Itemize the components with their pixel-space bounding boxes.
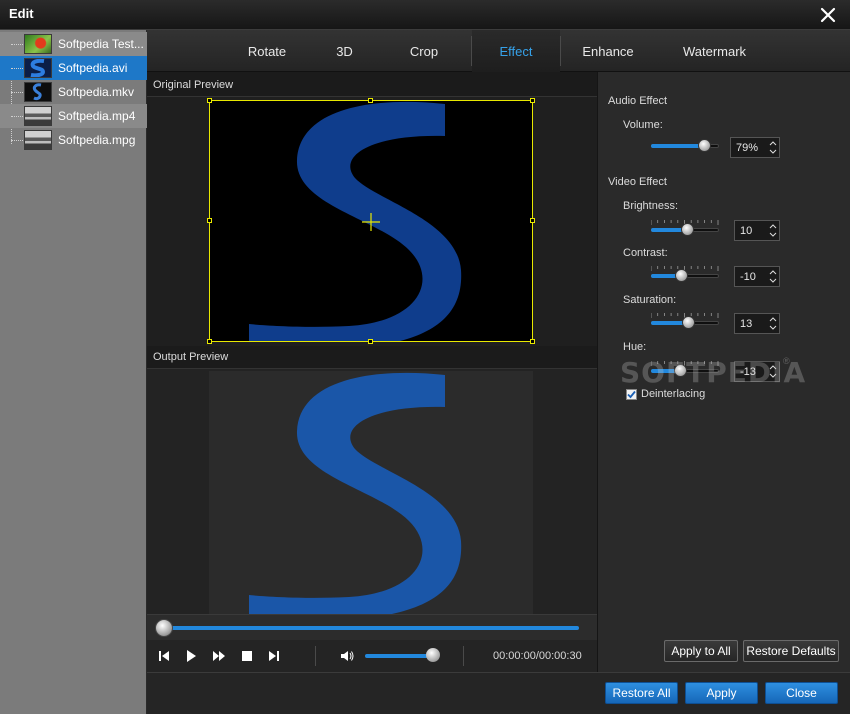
play-icon[interactable] xyxy=(183,648,199,664)
brightness-spinbox[interactable]: 10 xyxy=(734,220,780,241)
brightness-value: 10 xyxy=(740,225,753,237)
tab-enhance[interactable]: Enhance xyxy=(567,30,649,72)
crop-handle[interactable] xyxy=(530,339,535,344)
registered-mark: ® xyxy=(783,356,790,366)
volume-slider[interactable] xyxy=(651,136,721,156)
saturation-slider-handle[interactable] xyxy=(682,316,695,329)
brightness-label: Brightness: xyxy=(623,200,679,212)
file-list: Softpedia Test... Softpedia.avi Softpedi… xyxy=(0,30,147,714)
s-logo-thumbnail xyxy=(24,58,52,78)
saturation-slider[interactable] xyxy=(651,313,721,333)
file-item-softpedia-mpg[interactable]: Softpedia.mpg xyxy=(0,128,147,152)
output-preview xyxy=(147,368,597,615)
crop-handle[interactable] xyxy=(207,339,212,344)
tab-crop[interactable]: Crop xyxy=(393,30,455,72)
effect-settings-panel: Audio Effect Volume: 79% Video Effect Br… xyxy=(597,72,850,672)
title-bar: Edit xyxy=(0,0,850,30)
video-effect-heading: Video Effect xyxy=(608,176,667,188)
playback-controls: 00:00:00/00:00:30 xyxy=(147,640,597,672)
file-name: Softpedia.mpg xyxy=(58,133,136,147)
deinterlacing-label: Deinterlacing xyxy=(641,388,706,400)
saturation-spinbox[interactable]: 13 xyxy=(734,313,780,334)
stop-icon[interactable] xyxy=(239,648,255,664)
deinterlacing-checkbox[interactable] xyxy=(626,389,637,400)
seek-handle[interactable] xyxy=(155,619,173,637)
previous-icon[interactable] xyxy=(156,648,172,664)
output-preview-label: Output Preview xyxy=(153,351,229,363)
speaker-icon[interactable] xyxy=(339,648,355,664)
original-preview xyxy=(147,96,597,346)
preview-area: Original Preview Output Preview 00:00:00… xyxy=(147,72,597,672)
close-button[interactable]: Close xyxy=(765,682,838,704)
file-item-softpedia-test[interactable]: Softpedia Test... xyxy=(0,32,147,56)
file-name: Softpedia Test... xyxy=(58,37,144,51)
crop-frame[interactable] xyxy=(207,98,535,344)
volume-value: 79% xyxy=(736,142,759,154)
restore-defaults-button[interactable]: Restore Defaults xyxy=(743,640,839,662)
file-name: Softpedia.avi xyxy=(58,61,128,75)
flower-thumbnail xyxy=(24,34,52,54)
checkmark-icon xyxy=(627,390,636,399)
tab-rotate[interactable]: Rotate xyxy=(232,30,302,72)
next-icon[interactable] xyxy=(266,648,282,664)
apply-to-all-button[interactable]: Apply to All xyxy=(664,640,738,662)
original-preview-label: Original Preview xyxy=(153,79,234,91)
tab-watermark[interactable]: Watermark xyxy=(672,30,757,72)
timecode: 00:00:00/00:00:30 xyxy=(493,650,582,662)
tab-3d[interactable]: 3D xyxy=(317,30,372,72)
crop-handle[interactable] xyxy=(530,218,535,223)
volume-label: Volume: xyxy=(623,119,663,131)
apply-button[interactable]: Apply xyxy=(685,682,758,704)
audio-effect-heading: Audio Effect xyxy=(608,95,668,107)
tab-effect[interactable]: Effect xyxy=(472,30,560,72)
spin-arrows-icon[interactable] xyxy=(769,140,777,155)
contrast-spinbox[interactable]: -10 xyxy=(734,266,780,287)
s-logo-thumbnail xyxy=(24,82,52,102)
output-video-frame xyxy=(209,371,533,615)
crop-handle[interactable] xyxy=(368,98,373,103)
hue-label: Hue: xyxy=(623,341,647,353)
saturation-value: 13 xyxy=(740,318,753,330)
crop-handle[interactable] xyxy=(207,98,212,103)
contrast-label: Contrast: xyxy=(623,247,668,259)
file-item-softpedia-mp4[interactable]: Softpedia.mp4 xyxy=(0,104,147,128)
street-thumbnail xyxy=(24,106,52,126)
fast-forward-icon[interactable] xyxy=(211,648,227,664)
contrast-slider-handle[interactable] xyxy=(675,269,688,282)
volume-spinbox[interactable]: 79% xyxy=(730,137,780,158)
brightness-slider-handle[interactable] xyxy=(681,223,694,236)
volume-handle[interactable] xyxy=(426,648,440,662)
street-thumbnail xyxy=(24,130,52,150)
file-name: Softpedia.mkv xyxy=(58,85,135,99)
file-item-softpedia-avi[interactable]: Softpedia.avi xyxy=(0,56,147,80)
crop-handle[interactable] xyxy=(368,339,373,344)
softpedia-watermark: SOFTPEDIA xyxy=(620,356,807,389)
seek-track[interactable] xyxy=(159,626,579,630)
saturation-label: Saturation: xyxy=(623,294,677,306)
window-title: Edit xyxy=(9,6,34,21)
crop-handle[interactable] xyxy=(207,218,212,223)
spin-arrows-icon[interactable] xyxy=(769,223,777,238)
contrast-slider[interactable] xyxy=(651,266,721,286)
restore-all-button[interactable]: Restore All xyxy=(605,682,678,704)
seek-bar[interactable] xyxy=(147,614,597,640)
brightness-slider[interactable] xyxy=(651,220,721,240)
edit-tabs: Rotate 3D Crop Effect Enhance Watermark xyxy=(147,30,850,72)
spin-arrows-icon[interactable] xyxy=(769,316,777,331)
close-icon[interactable] xyxy=(818,5,838,25)
s-logo xyxy=(249,372,462,615)
spin-arrows-icon[interactable] xyxy=(769,269,777,284)
file-name: Softpedia.mp4 xyxy=(58,109,136,123)
footer-bar: Restore All Apply Close xyxy=(147,672,850,714)
crop-handle[interactable] xyxy=(530,98,535,103)
crosshair-icon[interactable] xyxy=(362,213,380,231)
contrast-value: -10 xyxy=(740,271,756,283)
volume-slider-handle[interactable] xyxy=(698,139,711,152)
file-item-softpedia-mkv[interactable]: Softpedia.mkv xyxy=(0,80,147,104)
volume-track[interactable] xyxy=(365,654,433,658)
